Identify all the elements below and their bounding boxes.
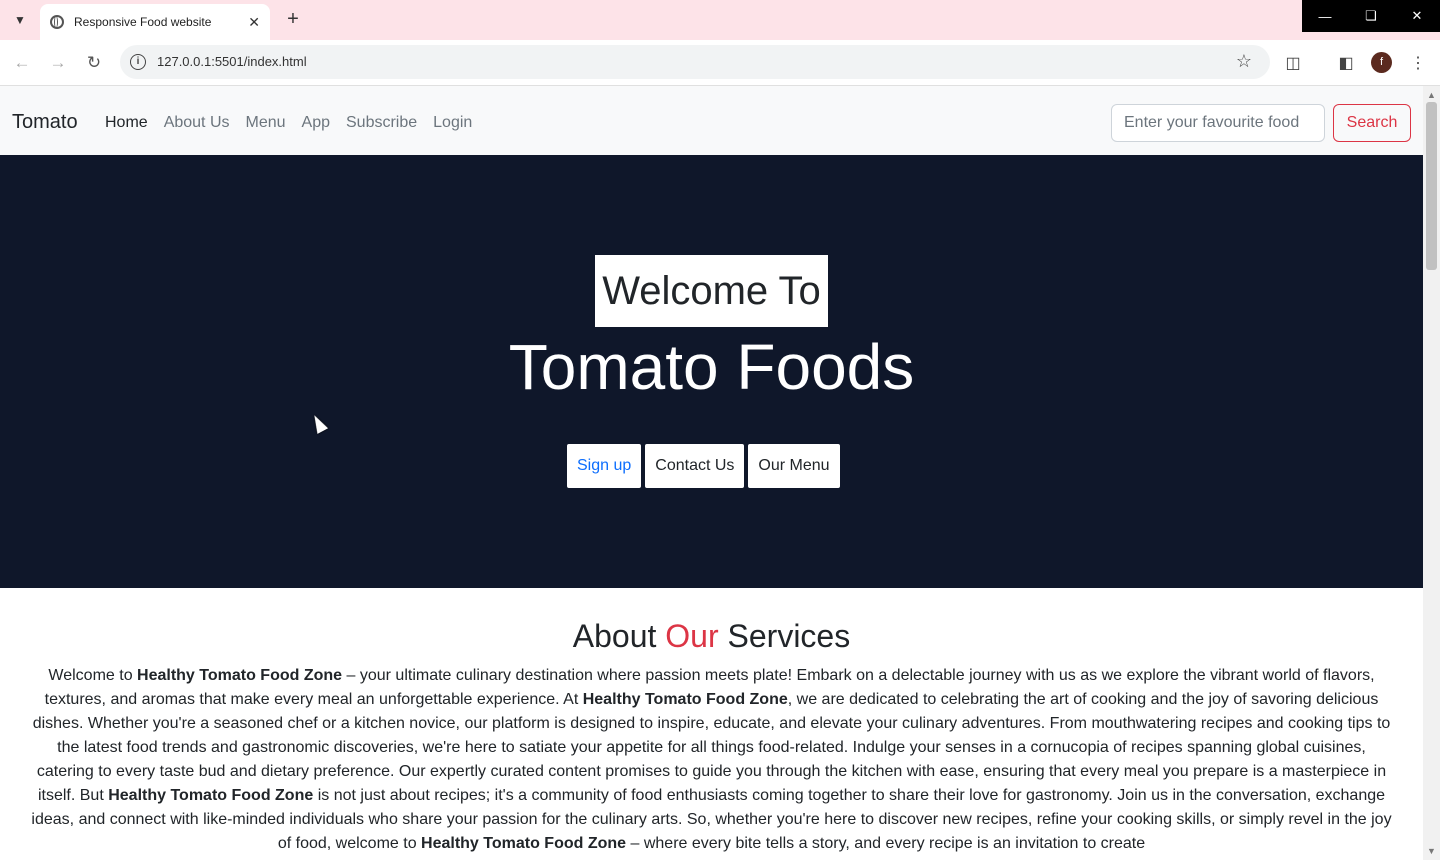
- hero-welcome-label: Welcome To: [595, 255, 828, 327]
- tab-close-icon[interactable]: ✕: [248, 14, 260, 31]
- hero-section: Welcome To Tomato Foods Sign up Contact …: [0, 155, 1423, 588]
- hero-title: Tomato Foods: [508, 331, 915, 403]
- nav-links: Home About Us Menu App Subscribe Login: [105, 114, 472, 132]
- close-window-icon[interactable]: ✕: [1394, 0, 1440, 32]
- site-navbar: Tomato Home About Us Menu App Subscribe …: [0, 86, 1423, 155]
- about-paragraph: Welcome to Healthy Tomato Food Zone – yo…: [28, 664, 1395, 856]
- brand-name-bold: Healthy Tomato Food Zone: [421, 835, 627, 852]
- site-brand[interactable]: Tomato: [12, 111, 78, 134]
- tab-title: Responsive Food website: [74, 15, 212, 29]
- brand-name-bold: Healthy Tomato Food Zone: [582, 691, 788, 708]
- nav-link-subscribe[interactable]: Subscribe: [346, 114, 417, 132]
- reload-icon[interactable]: ↻: [82, 51, 106, 75]
- minimize-icon[interactable]: —: [1302, 0, 1348, 32]
- about-title-suffix: Services: [718, 618, 851, 654]
- about-text-segment: – where every bite tells a story, and ev…: [626, 835, 1146, 852]
- browser-tab-active[interactable]: Responsive Food website ✕: [40, 4, 270, 40]
- back-arrow-icon[interactable]: ←: [10, 51, 34, 75]
- nav-link-login[interactable]: Login: [433, 114, 472, 132]
- scrollbar-thumb[interactable]: [1426, 102, 1437, 270]
- browser-tabstrip: ▼ Responsive Food website ✕ + — ❏ ✕: [0, 0, 1440, 40]
- about-section-title: About Our Services: [0, 618, 1423, 655]
- url-text[interactable]: 127.0.0.1:5501/index.html: [157, 54, 307, 69]
- contact-us-button[interactable]: Contact Us: [645, 444, 745, 488]
- about-text-segment: Welcome to: [48, 667, 138, 684]
- side-panel-icon[interactable]: ◧: [1334, 51, 1358, 75]
- signup-button[interactable]: Sign up: [567, 444, 642, 488]
- page-viewport: Tomato Home About Us Menu App Subscribe …: [0, 86, 1423, 860]
- bookmark-star-icon[interactable]: ☆: [1236, 51, 1252, 72]
- nav-link-app[interactable]: App: [302, 114, 330, 132]
- restore-icon[interactable]: ❏: [1348, 0, 1394, 32]
- nav-link-home[interactable]: Home: [105, 114, 148, 132]
- extensions-puzzle-icon[interactable]: ◫: [1281, 51, 1305, 75]
- window-controls: — ❏ ✕: [1302, 0, 1440, 32]
- profile-avatar[interactable]: f: [1371, 52, 1392, 73]
- nav-link-about-us[interactable]: About Us: [164, 114, 230, 132]
- globe-icon: [50, 15, 64, 29]
- tab-search-chevron-icon[interactable]: ▼: [8, 8, 32, 32]
- new-tab-plus-icon[interactable]: +: [282, 8, 304, 30]
- about-title-prefix: About: [572, 618, 666, 654]
- food-search-input[interactable]: [1111, 104, 1325, 142]
- hero-buttons: Sign up Contact Us Our Menu: [567, 444, 840, 488]
- page-scrollbar[interactable]: ▲ ▼: [1423, 86, 1440, 860]
- scroll-up-arrow-icon[interactable]: ▲: [1427, 90, 1436, 100]
- about-title-accent: Our: [665, 618, 719, 654]
- search-button[interactable]: Search: [1333, 104, 1411, 142]
- site-info-icon[interactable]: i: [130, 54, 146, 70]
- address-bar[interactable]: i 127.0.0.1:5501/index.html ☆: [120, 45, 1270, 79]
- browser-toolbar: ← → ↻ i 127.0.0.1:5501/index.html ☆ ◫ ◧ …: [0, 40, 1440, 86]
- forward-arrow-icon[interactable]: →: [46, 51, 70, 75]
- our-menu-button[interactable]: Our Menu: [748, 444, 840, 488]
- scroll-down-arrow-icon[interactable]: ▼: [1427, 846, 1436, 856]
- browser-menu-kebab-icon[interactable]: ⋮: [1406, 51, 1430, 75]
- brand-name-bold: Healthy Tomato Food Zone: [108, 787, 314, 804]
- brand-name-bold: Healthy Tomato Food Zone: [137, 667, 343, 684]
- nav-link-menu[interactable]: Menu: [246, 114, 286, 132]
